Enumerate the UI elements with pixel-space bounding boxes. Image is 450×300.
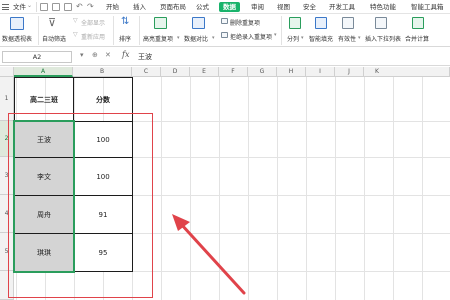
- arrow-annotation: [172, 214, 246, 295]
- arrow-head: [172, 214, 190, 231]
- arrow-shaft: [179, 222, 246, 295]
